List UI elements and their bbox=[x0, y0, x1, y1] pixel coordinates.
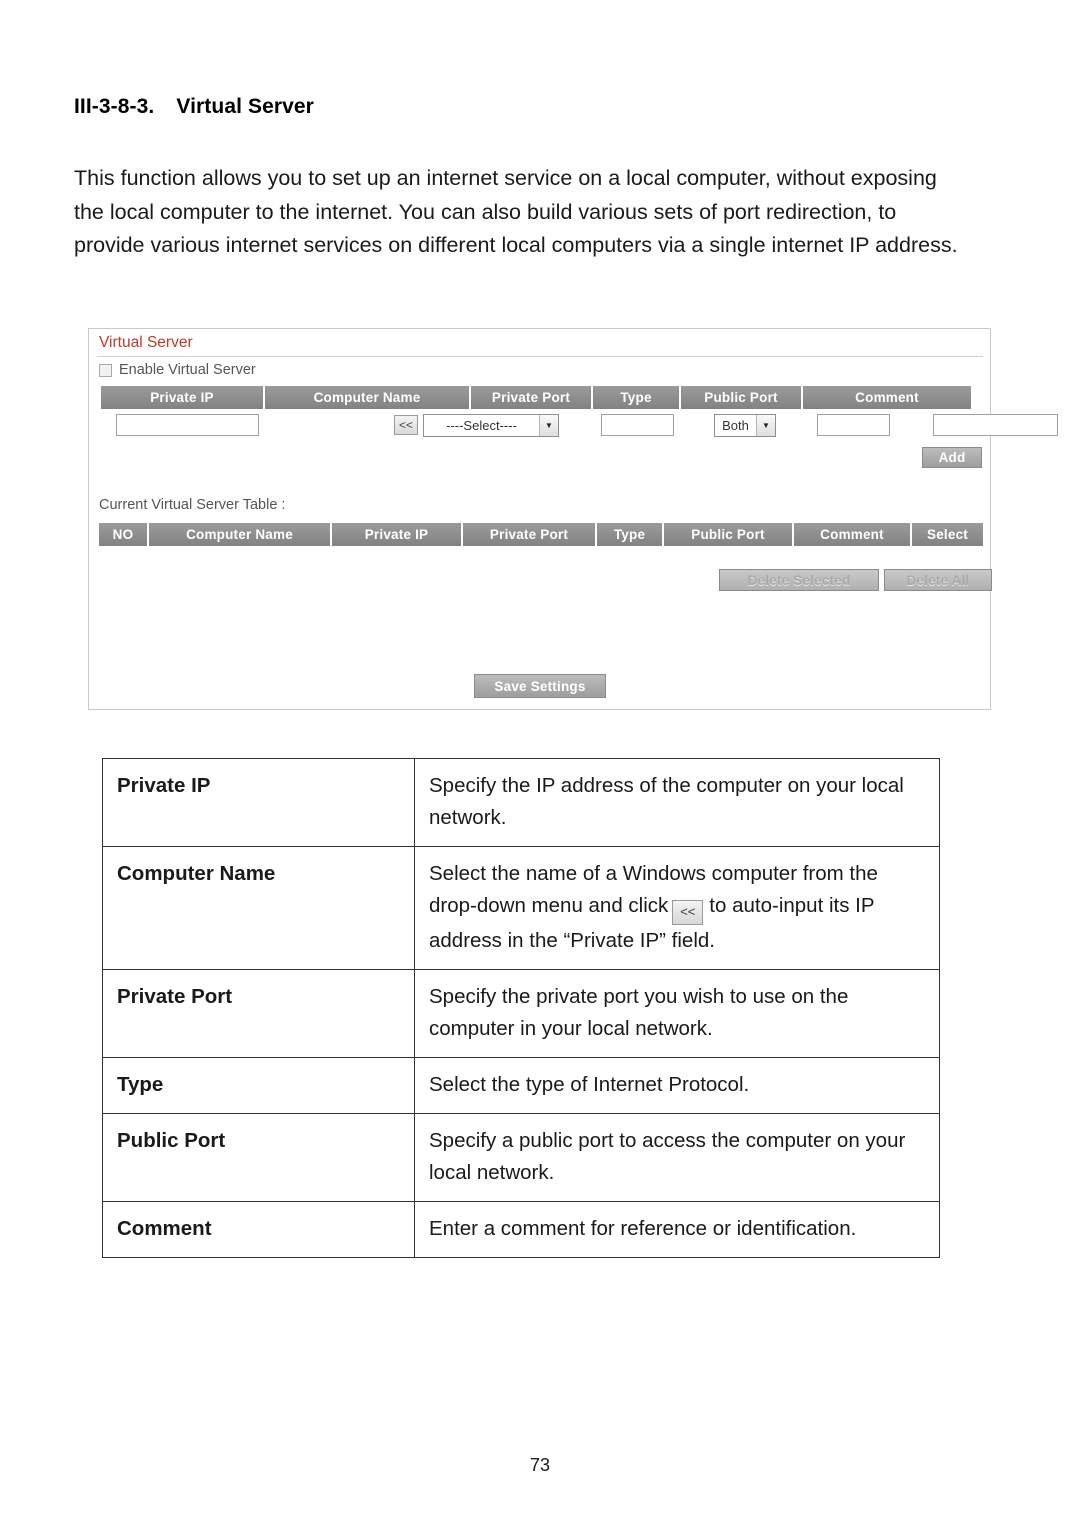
virtual-server-panel: Virtual Server Enable Virtual Server Pri… bbox=[88, 328, 1058, 710]
table-row: Private IP Specify the IP address of the… bbox=[102, 758, 940, 847]
table-header-no: NO bbox=[99, 523, 149, 546]
current-table-label: Current Virtual Server Table : bbox=[99, 497, 286, 513]
desc-type: Select the type of Internet Protocol. bbox=[414, 1056, 940, 1114]
table-header-public-port: Public Port bbox=[664, 523, 794, 546]
chevron-down-icon: ▼ bbox=[539, 415, 558, 436]
intro-paragraph: This function allows you to set up an in… bbox=[74, 166, 958, 257]
term-private-port: Private Port bbox=[102, 968, 415, 1058]
current-table-header: NO Computer Name Private IP Private Port… bbox=[99, 523, 983, 546]
table-row: Private Port Specify the private port yo… bbox=[102, 968, 940, 1058]
entry-header-private-ip: Private IP bbox=[101, 386, 265, 409]
entry-input-row: << ----Select---- ▼ Both ▼ bbox=[101, 414, 1058, 440]
term-type: Type bbox=[102, 1056, 415, 1114]
type-selected-value: Both bbox=[722, 418, 749, 433]
entry-header-type: Type bbox=[593, 386, 681, 409]
save-settings-button[interactable]: Save Settings bbox=[474, 674, 606, 698]
delete-all-button[interactable]: Delete All bbox=[884, 569, 992, 591]
term-computer-name: Computer Name bbox=[102, 846, 415, 970]
computer-name-selected-value: ----Select---- bbox=[446, 418, 517, 433]
table-header-private-port: Private Port bbox=[463, 523, 597, 546]
entry-header-private-port: Private Port bbox=[471, 386, 593, 409]
section-number: III-3-8-3. bbox=[74, 95, 155, 118]
enable-virtual-server-checkbox[interactable] bbox=[99, 363, 112, 377]
section-title: Virtual Server bbox=[176, 95, 314, 118]
entry-table-header: Private IP Computer Name Private Port Ty… bbox=[101, 386, 971, 409]
entry-header-comment: Comment bbox=[803, 386, 971, 409]
table-row: Public Port Specify a public port to acc… bbox=[102, 1112, 940, 1202]
chevron-down-icon-type: ▼ bbox=[756, 415, 775, 436]
table-header-comment: Comment bbox=[794, 523, 912, 546]
page-number: 73 bbox=[529, 1455, 551, 1475]
term-public-port: Public Port bbox=[102, 1112, 415, 1202]
entry-header-public-port: Public Port bbox=[681, 386, 803, 409]
table-row: Type Select the type of Internet Protoco… bbox=[102, 1056, 940, 1114]
term-private-ip: Private IP bbox=[102, 758, 415, 847]
document-page: III-3-8-3. Virtual Server This function a… bbox=[0, 0, 1080, 1527]
panel-title: Virtual Server bbox=[99, 334, 193, 351]
table-row: Computer Name Select the name of a Windo… bbox=[102, 846, 940, 970]
table-header-private-ip: Private IP bbox=[332, 523, 463, 546]
add-button[interactable]: Add bbox=[922, 447, 982, 468]
desc-private-port: Specify the private port you wish to use… bbox=[414, 968, 940, 1058]
comment-input[interactable] bbox=[933, 414, 1058, 436]
desc-computer-name: Select the name of a Windows computer fr… bbox=[414, 846, 940, 970]
type-select[interactable]: Both ▼ bbox=[714, 414, 776, 437]
entry-header-computer-name: Computer Name bbox=[265, 386, 471, 409]
table-header-select: Select bbox=[912, 523, 983, 546]
desc-private-ip: Specify the IP address of the computer o… bbox=[414, 758, 940, 847]
private-ip-input[interactable] bbox=[116, 414, 259, 436]
parameter-description-table: Private IP Specify the IP address of the… bbox=[102, 758, 940, 1258]
page-title: III-3-8-3. Virtual Server bbox=[74, 95, 314, 119]
enable-virtual-server-row[interactable]: Enable Virtual Server bbox=[99, 362, 256, 378]
panel-title-divider bbox=[97, 356, 983, 357]
term-comment: Comment bbox=[102, 1200, 415, 1258]
computer-name-select[interactable]: ----Select---- ▼ bbox=[423, 414, 559, 437]
table-header-computer-name: Computer Name bbox=[149, 523, 332, 546]
enable-virtual-server-label: Enable Virtual Server bbox=[119, 362, 256, 378]
desc-public-port: Specify a public port to access the comp… bbox=[414, 1112, 940, 1202]
private-port-input[interactable] bbox=[601, 414, 674, 436]
desc-comment: Enter a comment for reference or identif… bbox=[414, 1200, 940, 1258]
table-header-type: Type bbox=[597, 523, 664, 546]
public-port-input[interactable] bbox=[817, 414, 890, 436]
copy-ip-button-icon: << bbox=[672, 899, 704, 925]
copy-ip-button[interactable]: << bbox=[394, 415, 418, 435]
table-row: Comment Enter a comment for reference or… bbox=[102, 1200, 940, 1258]
delete-selected-button[interactable]: Delete Selected bbox=[719, 569, 879, 591]
